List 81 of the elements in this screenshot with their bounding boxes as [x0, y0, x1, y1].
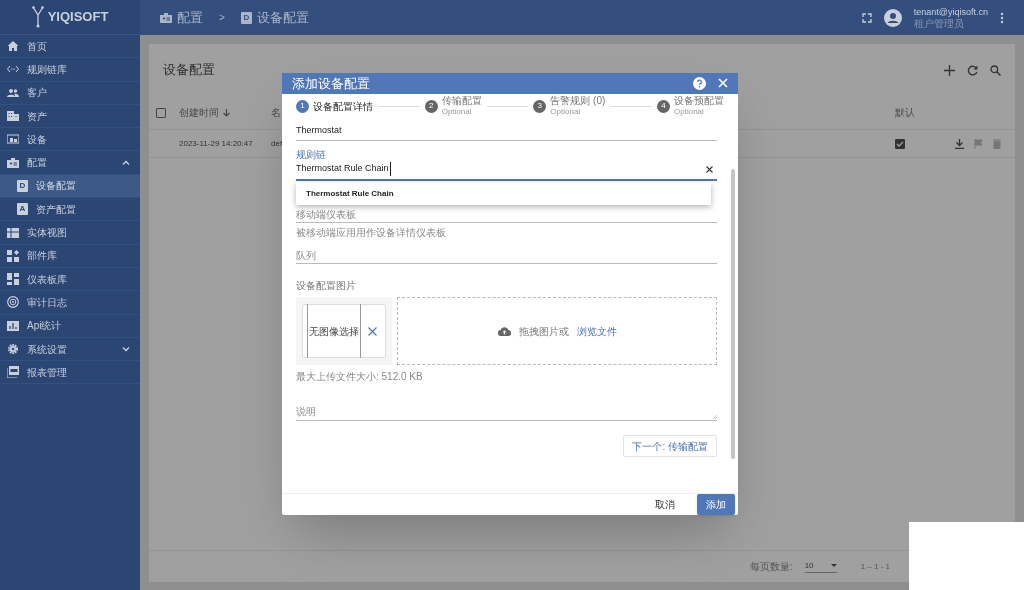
help-icon[interactable] [693, 76, 706, 90]
grid-view-icon [7, 226, 19, 239]
breadcrumb-item[interactable]: D 设备配置 [240, 7, 309, 28]
sidebar-item[interactable]: 报表管理 [0, 361, 140, 385]
scrollbar-thumb[interactable] [731, 169, 735, 459]
sidebar-item[interactable]: D 设备配置 [0, 174, 140, 199]
badge-icon [160, 11, 172, 24]
field-hint: 被移动端应用用作设备详情仪表板 [296, 226, 447, 240]
drop-instruction: 拖拽图片或 [518, 324, 569, 339]
download-icon[interactable] [955, 138, 964, 149]
select-all-checkbox[interactable] [156, 107, 166, 118]
letter-badge: A [17, 203, 28, 216]
devices-icon [7, 133, 19, 146]
home-icon [7, 40, 19, 53]
user-email: tenant@yiqisoft.cn [913, 5, 988, 18]
upload-size-hint: 最大上传文件大小: 512.0 KB [296, 370, 424, 384]
sidebar-item[interactable]: 资产 [0, 104, 140, 129]
people-icon [7, 86, 19, 99]
more-icon[interactable] [1000, 11, 1004, 24]
description-field[interactable]: 说明 [296, 398, 717, 421]
page-range: 1 – 1 - 1 [860, 560, 890, 573]
sidebar-item[interactable]: 审计日志 [0, 291, 140, 315]
radar-icon [7, 296, 19, 309]
cloud-upload-icon [497, 326, 511, 336]
fullscreen-icon[interactable] [861, 12, 872, 23]
stepper-step[interactable]: 1 设备配置详情 [296, 99, 373, 113]
dropdown-caret-icon [830, 564, 837, 568]
empty-image-label: 无图像选择 [307, 304, 361, 358]
column-header[interactable]: 默认 [895, 105, 1015, 120]
brand-name: YIQISOFT [47, 8, 109, 27]
page-size-select[interactable]: 10 [804, 560, 837, 573]
browse-link[interactable]: 浏览文件 [576, 323, 617, 339]
chevron-down-icon [122, 346, 130, 352]
clear-icon[interactable] [706, 165, 713, 173]
dashboard-icon [7, 273, 19, 286]
widgets-icon [7, 249, 19, 262]
dialog-title: 添加设备配置 [292, 74, 370, 93]
sidebar-item[interactable]: 设备 [0, 128, 140, 152]
next-step-button[interactable]: 下一个: 传输配置 [623, 435, 717, 457]
page-size-label: 每页数量: [749, 560, 793, 574]
badge-icon [7, 156, 19, 169]
chevron-up-icon [122, 160, 130, 166]
pdf-icon [7, 366, 19, 379]
bar-chart-icon [7, 319, 19, 332]
table-cell-text: def [271, 137, 284, 150]
breadcrumb-item[interactable]: 配置 [160, 7, 203, 28]
letter-badge: D [17, 179, 28, 192]
search-icon[interactable] [990, 64, 1001, 76]
avatar-icon[interactable] [883, 8, 902, 27]
table-cell-text: 2023-11-29 14:20:47 [179, 137, 254, 150]
mobile-dashboard-field[interactable]: 移动端仪表板 [296, 207, 717, 223]
sidebar-item[interactable]: Api统计 [0, 314, 140, 338]
add-button[interactable]: 添加 [697, 494, 735, 515]
sidebar-item[interactable]: 仪表板库 [0, 267, 140, 292]
sidebar-item[interactable]: 首页 [0, 35, 140, 59]
letter-badge: D [240, 11, 252, 24]
sidebar-item[interactable]: A 资产配置 [0, 198, 140, 222]
file-drop-zone[interactable]: 拖拽图片或 浏览文件 [397, 297, 717, 365]
breadcrumb-separator: > [219, 11, 225, 25]
logo-icon [31, 6, 44, 28]
queue-field[interactable]: 队列 [296, 248, 717, 264]
sort-arrow-icon [223, 108, 230, 117]
card-title: 设备配置 [163, 61, 215, 80]
name-field[interactable]: Thermostat [296, 121, 717, 141]
user-role: 租户管理员 [913, 17, 965, 30]
refresh-icon[interactable] [967, 64, 978, 76]
settings-icon [7, 343, 19, 355]
section-label: 设备配置图片 [296, 279, 357, 293]
sidebar-item[interactable]: 部件库 [0, 244, 140, 268]
building-icon [7, 110, 19, 123]
close-icon[interactable] [368, 326, 377, 336]
sidebar-item[interactable]: 实体视图 [0, 221, 140, 245]
sidebar-item[interactable]: 客户 [0, 81, 140, 105]
sidebar-item[interactable]: 配置 [0, 151, 140, 175]
dropdown-option[interactable]: Thermostat Rule Chain [296, 186, 711, 201]
resize-handle-icon [713, 415, 717, 419]
column-header[interactable]: 创建时间 [179, 105, 271, 120]
sidebar-item[interactable]: 系统设置 [0, 337, 140, 362]
add-icon[interactable] [944, 64, 955, 76]
sidebar-item[interactable]: 规则链库 [0, 58, 140, 82]
cancel-button[interactable]: 取消 [649, 494, 681, 515]
